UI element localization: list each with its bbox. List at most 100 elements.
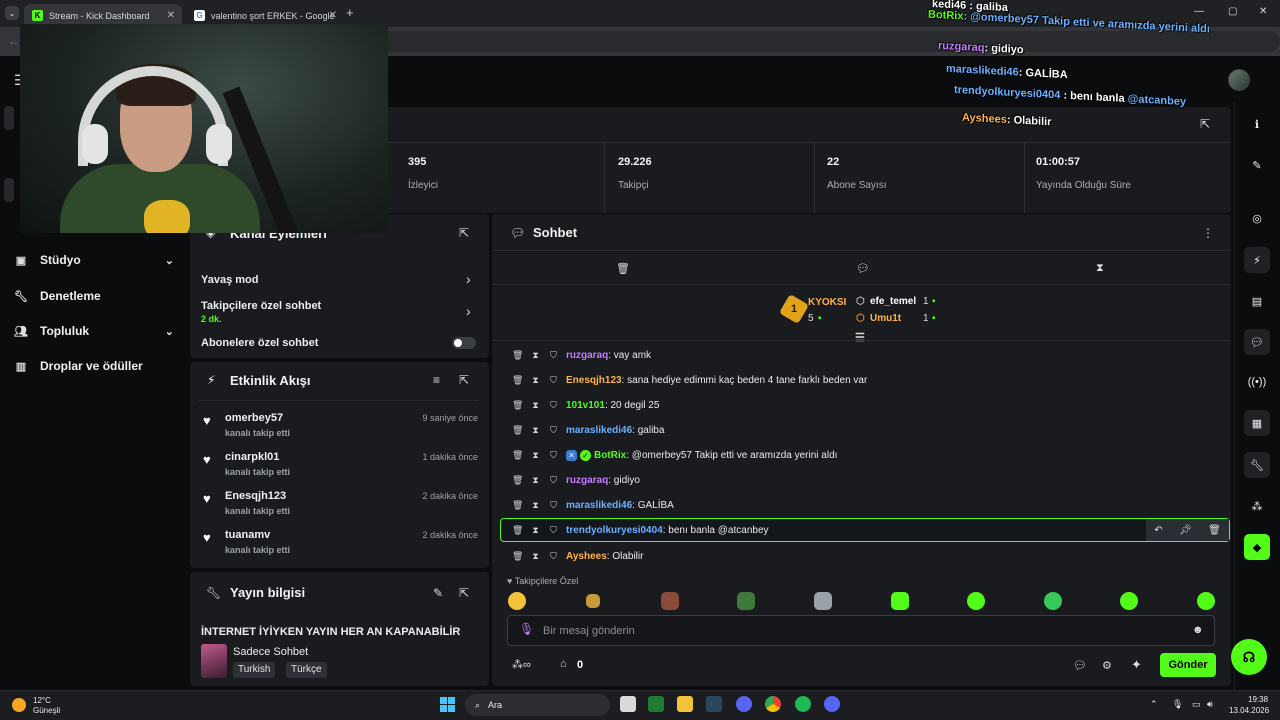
pin-icon[interactable]: 📌︎: [1179, 525, 1192, 536]
chat-bubble-icon[interactable]: 💬︎: [1244, 329, 1270, 355]
windows-start-icon[interactable]: [440, 697, 455, 712]
delete-message-icon[interactable]: 🗑︎: [512, 551, 523, 562]
delete-message-icon[interactable]: 🗑︎: [512, 450, 523, 461]
chat-username[interactable]: maraslikedi46: [566, 425, 632, 436]
layout-icon[interactable]: ▦: [1244, 410, 1270, 436]
popout-icon[interactable]: ⇱: [459, 586, 469, 600]
points-icon[interactable]: ⁂∞: [512, 658, 531, 671]
chat-message[interactable]: 🗑︎ ⧗ ⛉ trendyolkuryesi0404: benı banla @atc…: [512, 522, 769, 538]
chat-username[interactable]: ruzgaraq: [566, 350, 608, 361]
popout-icon[interactable]: ⇱: [459, 373, 469, 387]
trash-icon[interactable]: 🗑︎: [616, 262, 630, 275]
chat-username[interactable]: 101v101: [566, 400, 605, 411]
chat-message[interactable]: 🗑︎ ⧗ ⛉ maraslikedi46: GALİBA: [512, 497, 674, 513]
store-icon[interactable]: ⌂: [560, 658, 567, 670]
chat-username[interactable]: Ayshees: [566, 551, 607, 562]
popout-icon[interactable]: ⇱: [459, 226, 469, 240]
followers-only-label[interactable]: Takipçilere özel sohbet: [201, 300, 321, 312]
timeout-icon[interactable]: ⧗: [530, 400, 541, 411]
app-icon[interactable]: [736, 696, 752, 712]
chat-message[interactable]: 🗑︎ ⧗ ⛉ ruzgaraq: vay amk: [512, 347, 651, 363]
emote[interactable]: [586, 594, 600, 608]
broadcast-icon[interactable]: ((•)): [1244, 369, 1270, 395]
sidebar-item-denetleme[interactable]: 🔧︎ Denetleme: [14, 289, 174, 303]
emoji-icon[interactable]: ☻: [1192, 624, 1204, 636]
chat-username[interactable]: maraslikedi46: [566, 500, 632, 511]
close-tab-icon[interactable]: ✕: [167, 10, 175, 21]
chat-message[interactable]: 🗑︎ ⧗ ⛉ maraslikedi46: galiba: [512, 422, 664, 438]
subscribers-only-toggle[interactable]: [452, 337, 476, 349]
tab-search-icon[interactable]: ⌄: [5, 6, 19, 20]
timeout-icon[interactable]: ⧗: [530, 475, 541, 486]
chevron-right-icon[interactable]: ›: [466, 271, 471, 287]
chrome-icon[interactable]: [765, 696, 781, 712]
more-options-icon[interactable]: ⋮: [1202, 226, 1214, 240]
emote[interactable]: [737, 592, 755, 610]
discord-icon[interactable]: [824, 696, 840, 712]
info-icon[interactable]: ℹ: [1244, 111, 1270, 137]
popout-icon[interactable]: ⇱: [1200, 117, 1210, 131]
filter-icon[interactable]: ≡: [433, 373, 440, 387]
kick-bot-icon[interactable]: ✦: [1131, 657, 1142, 673]
sidebar-item-topluluk[interactable]: 👥︎ Topluluk ⌄: [14, 324, 174, 338]
volume-icon[interactable]: 🔊︎: [1207, 699, 1213, 710]
chat-message[interactable]: 🗑︎ ⧗ ⛉ ruzgaraq: gidiyo: [512, 472, 640, 488]
timeout-icon[interactable]: ⧗: [530, 551, 541, 562]
timeout-icon[interactable]: ⧗: [530, 450, 541, 461]
points-icon[interactable]: ⁂: [1244, 493, 1270, 519]
timeout-icon[interactable]: ⧗: [530, 350, 541, 361]
delete-message-icon[interactable]: 🗑︎: [512, 525, 523, 536]
emote[interactable]: [1044, 592, 1062, 610]
camera-icon[interactable]: ◎: [1244, 205, 1270, 231]
steam-icon[interactable]: [706, 696, 722, 712]
headset-support-icon[interactable]: ☊: [1231, 639, 1267, 675]
sidebar-collapsed-item[interactable]: [4, 106, 14, 130]
pencil-icon[interactable]: ✎: [433, 586, 443, 600]
chat-message[interactable]: 🗑︎ ⧗ ⛉ Ayshees: Olabilir: [512, 548, 643, 564]
delete-message-icon[interactable]: 🗑︎: [512, 500, 523, 511]
sidebar-collapsed-item[interactable]: [4, 178, 14, 202]
xbox-icon[interactable]: [648, 696, 664, 712]
monitor-icon[interactable]: ▭: [1192, 699, 1201, 710]
minimize-button[interactable]: —: [1194, 6, 1204, 17]
lightning-icon[interactable]: ⚡︎: [1244, 247, 1270, 273]
chevron-right-icon[interactable]: ›: [466, 303, 471, 319]
chat-username[interactable]: Enesqjh123: [566, 375, 622, 386]
send-button[interactable]: Gönder: [1160, 653, 1216, 677]
timeout-icon[interactable]: ⧗: [530, 500, 541, 511]
close-tab-icon[interactable]: ✕: [329, 10, 337, 21]
gear-icon[interactable]: ⚙︎: [1102, 659, 1112, 672]
sidebar-item-studyo[interactable]: ▣ Stüdyo ⌄: [14, 253, 174, 267]
delete-message-icon[interactable]: 🗑︎: [512, 475, 523, 486]
microphone-icon[interactable]: 🎙︎: [1172, 699, 1183, 710]
reply-icon[interactable]: ↶: [1154, 525, 1162, 536]
document-icon[interactable]: ▤: [1244, 288, 1270, 314]
timeout-icon[interactable]: ⧗: [530, 525, 541, 536]
emote[interactable]: [508, 592, 526, 610]
delete-message-icon[interactable]: 🗑︎: [512, 400, 523, 411]
sidebar-item-droplar[interactable]: ▥ Droplar ve ödüller: [14, 359, 174, 373]
spotify-icon[interactable]: [795, 696, 811, 712]
wrench-icon[interactable]: 🔧︎: [1244, 452, 1270, 478]
tag-chip[interactable]: Türkçe: [286, 662, 327, 678]
tag-chip[interactable]: Turkish: [233, 662, 276, 678]
folder-icon[interactable]: [677, 696, 693, 712]
timeout-icon[interactable]: ⧗: [530, 375, 541, 386]
avatar[interactable]: [1228, 69, 1250, 91]
chat-bubble-icon[interactable]: 💬︎: [1073, 659, 1087, 672]
chat-message[interactable]: 🗑︎ ⧗ ⛉ Enesqjh123: sana hediye edimmi kaç b…: [512, 372, 867, 388]
close-window-button[interactable]: ✕: [1259, 6, 1267, 17]
timeout-icon[interactable]: ⧗: [530, 425, 541, 436]
maximize-button[interactable]: ▢: [1228, 6, 1237, 17]
delete-message-icon[interactable]: 🗑︎: [512, 350, 523, 361]
slow-mode-label[interactable]: Yavaş mod: [201, 274, 258, 286]
chat-bubble-icon[interactable]: 💬︎: [856, 262, 870, 275]
delete-icon[interactable]: 🗑︎: [1208, 525, 1221, 536]
emote[interactable]: [814, 592, 832, 610]
chat-message[interactable]: 🗑︎ ⧗ ⛉ ✕ ✓ BotRix: @omerbey57 Takip etti ve a…: [512, 447, 837, 463]
task-view-icon[interactable]: [620, 696, 636, 712]
expand-icon[interactable]: ☰: [855, 331, 865, 344]
emote[interactable]: [1120, 592, 1138, 610]
emote[interactable]: [891, 592, 909, 610]
back-icon[interactable]: ←: [8, 34, 20, 48]
